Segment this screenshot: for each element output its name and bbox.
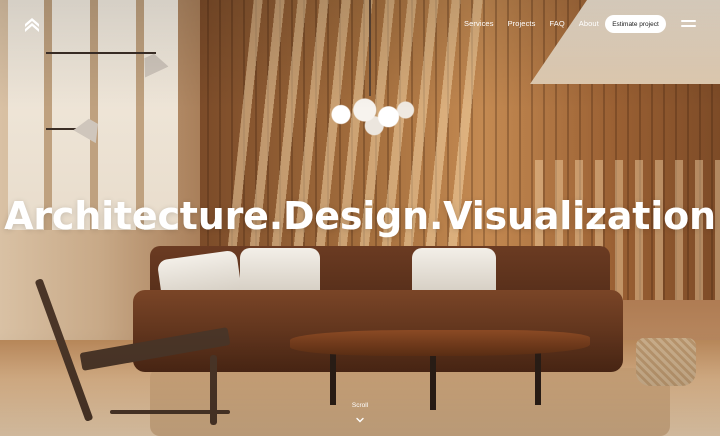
- hamburger-menu-icon[interactable]: [681, 18, 696, 28]
- house-logo-icon[interactable]: [24, 16, 40, 34]
- estimate-project-button[interactable]: Estimate project: [605, 15, 666, 33]
- nav-faq[interactable]: FAQ: [549, 19, 564, 28]
- site-header: Services Projects FAQ About Estimate pro…: [0, 0, 720, 50]
- scroll-indicator[interactable]: Scroll: [330, 402, 390, 423]
- main-nav: Services Projects FAQ About: [464, 19, 613, 28]
- chevron-down-icon: [356, 410, 364, 423]
- nav-projects[interactable]: Projects: [508, 19, 536, 28]
- nav-about[interactable]: About: [579, 19, 599, 28]
- hero-title: Architecture.Design.Visualization: [4, 194, 716, 238]
- nav-services[interactable]: Services: [464, 19, 494, 28]
- scroll-label: Scroll: [351, 402, 369, 409]
